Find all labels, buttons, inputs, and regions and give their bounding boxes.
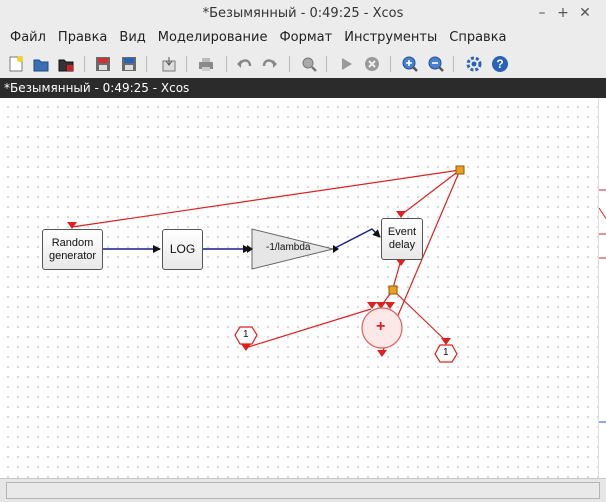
menu-bar: Файл Правка Вид Моделирование Формат Инс…: [0, 27, 606, 49]
log-label: LOG: [169, 242, 196, 256]
title-bar: *Безымянный - 0:49:25 - Xcos – + ✕: [0, 0, 606, 27]
event-input-port-label: 1: [243, 329, 249, 340]
toolbar-separator: [226, 56, 227, 72]
export-icon[interactable]: [159, 54, 179, 74]
print-icon[interactable]: [196, 54, 216, 74]
save-as-icon[interactable]: [119, 54, 139, 74]
random-generator-block[interactable]: Random generator: [42, 229, 103, 270]
zoom-in-icon[interactable]: [400, 54, 420, 74]
setup-icon[interactable]: [464, 54, 484, 74]
gain-label: -1/lambda: [266, 242, 311, 253]
menu-tools[interactable]: Инструменты: [338, 28, 443, 48]
toolbar: ?: [0, 50, 606, 78]
window-title: *Безымянный - 0:49:25 - Xcos: [202, 6, 404, 21]
log-block[interactable]: LOG: [162, 229, 203, 270]
minimize-button[interactable]: –: [532, 3, 552, 23]
toolbar-separator: [84, 56, 85, 72]
menu-view[interactable]: Вид: [113, 28, 151, 48]
toolbar-separator: [146, 56, 147, 72]
close-button[interactable]: ✕: [575, 3, 595, 23]
toolbar-separator: [289, 56, 290, 72]
help-icon[interactable]: ?: [490, 54, 510, 74]
diagram-canvas[interactable]: Random generator LOG -1/lambda Event del…: [0, 98, 598, 478]
toolbar-separator: [186, 56, 187, 72]
diagram-links: [67, 165, 465, 363]
event-delay-label-2: delay: [388, 239, 416, 251]
maximize-button[interactable]: +: [553, 3, 573, 23]
toolbar-separator: [390, 56, 391, 72]
stop-icon[interactable]: [362, 54, 382, 74]
event-port-delay-in: [396, 211, 406, 218]
svg-text:?: ?: [496, 57, 503, 71]
event-link-to-delay: [400, 169, 461, 216]
event-delay-label-1: Event: [387, 226, 417, 238]
toolbar-separator: [453, 56, 454, 72]
menu-help[interactable]: Справка: [443, 28, 512, 48]
diagram-tab: *Безымянный - 0:49:25 - Xcos: [0, 78, 606, 98]
undo-icon[interactable]: [234, 54, 254, 74]
event-port-sum-1: [367, 302, 377, 309]
canvas-right-edge: [598, 74, 606, 478]
event-split-top[interactable]: [455, 165, 465, 175]
random-generator-label-2: generator: [48, 249, 97, 262]
save-icon[interactable]: [93, 54, 113, 74]
event-port-delay-out: [396, 259, 406, 266]
start-icon[interactable]: [336, 54, 356, 74]
fit-diagram-icon[interactable]: [299, 54, 319, 74]
event-port-input: [241, 344, 251, 351]
new-diagram-icon[interactable]: [6, 54, 26, 74]
diagram-tab-title: *Безымянный - 0:49:25 - Xcos: [4, 81, 190, 95]
menu-file[interactable]: Файл: [0, 28, 52, 48]
redo-icon[interactable]: [260, 54, 280, 74]
link-gain-delay: [332, 228, 381, 250]
open-icon[interactable]: [31, 54, 51, 74]
status-field: [6, 482, 600, 499]
event-delay-block[interactable]: Event delay: [381, 218, 423, 260]
toolbar-separator: [326, 56, 327, 72]
menu-simulation[interactable]: Моделирование: [152, 28, 274, 48]
event-port-sum-out: [377, 350, 387, 357]
random-generator-label-1: Random: [51, 236, 94, 249]
event-link-input-sum: [244, 308, 372, 349]
offscreen-links: [598, 74, 606, 423]
menu-edit[interactable]: Правка: [52, 28, 113, 48]
event-output-port-label: 1: [443, 347, 449, 358]
zoom-out-icon[interactable]: [426, 54, 446, 74]
event-port-output: [441, 338, 451, 345]
event-split-bottom[interactable]: [388, 285, 398, 295]
status-bar: [0, 478, 606, 502]
menu-format[interactable]: Формат: [273, 28, 338, 48]
sum-symbol: +: [376, 318, 386, 335]
open-in-scilab-icon[interactable]: [56, 54, 76, 74]
event-port-random: [67, 222, 77, 229]
